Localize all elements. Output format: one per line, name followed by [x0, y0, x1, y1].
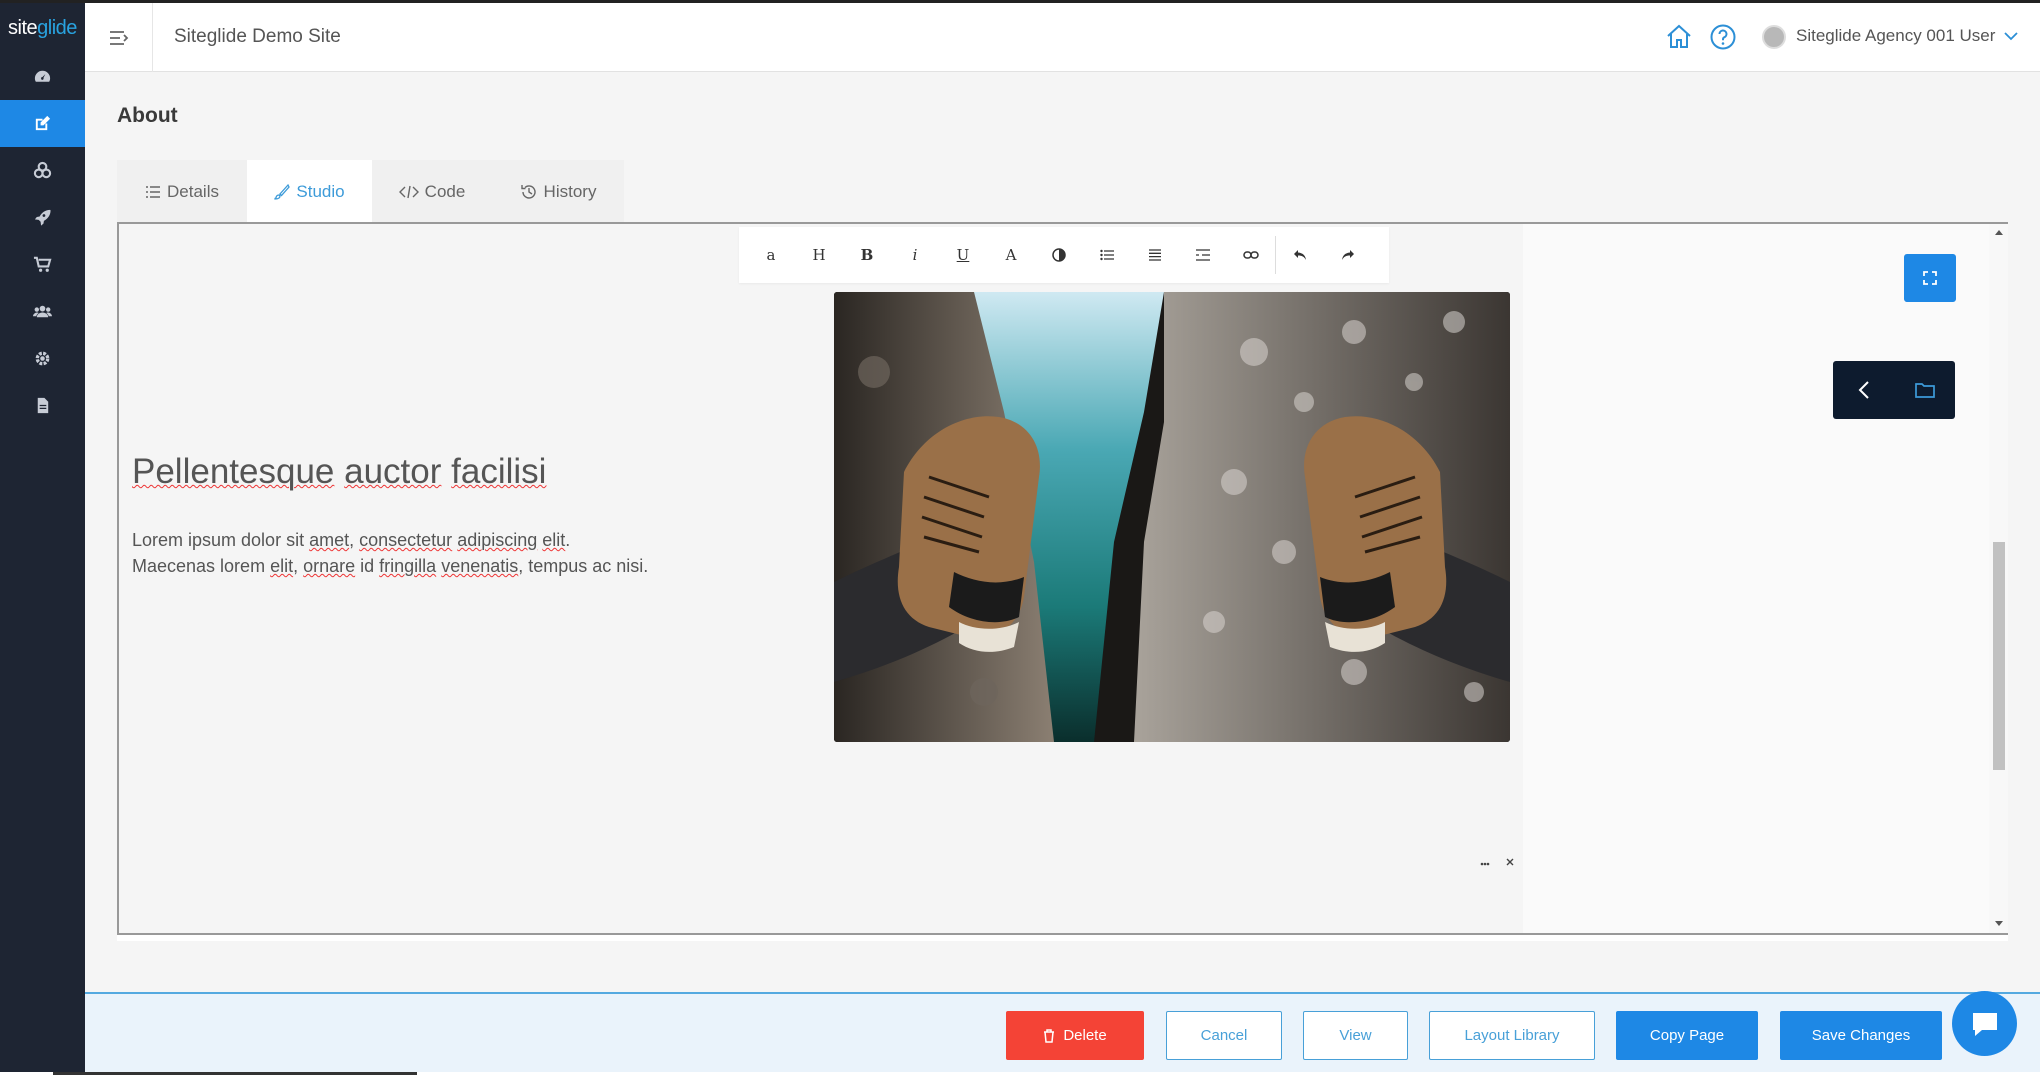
chevron-down-icon[interactable] [2003, 29, 2019, 47]
scroll-thumb[interactable] [1993, 542, 2005, 770]
logo[interactable]: site glide [0, 3, 85, 53]
side-panel [1523, 224, 2008, 933]
brush-icon [274, 183, 291, 200]
studio-editor-frame[interactable]: a H B i U A Pellentesque auctor facilisi… [117, 222, 2008, 935]
formatting-toolbar: a H B i U A [739, 227, 1389, 283]
home-icon[interactable] [1665, 23, 1693, 56]
format-contrast-button[interactable] [1035, 227, 1083, 283]
tab-label: Studio [296, 181, 345, 201]
format-font-color-button[interactable]: A [987, 227, 1035, 283]
close-icon[interactable] [1506, 854, 1514, 869]
panel-nav [1833, 361, 1955, 419]
document-icon [37, 397, 49, 414]
list-icon [146, 185, 161, 198]
format-list-button[interactable] [1083, 227, 1131, 283]
format-link-button[interactable] [1227, 227, 1275, 283]
scroll-up-arrow[interactable] [1995, 230, 2003, 235]
indent-icon [1196, 249, 1210, 261]
content-heading[interactable]: Pellentesque auctor facilisi [132, 452, 546, 492]
undo-icon [1294, 250, 1306, 260]
more-options-icon[interactable] [1480, 854, 1490, 869]
chevron-left-icon [1858, 381, 1869, 399]
format-heading-button[interactable]: H [795, 227, 843, 283]
tab-label: Details [167, 181, 219, 201]
sidebar-item-ecommerce[interactable] [0, 241, 85, 288]
format-align-button[interactable] [1131, 227, 1179, 283]
tab-details[interactable]: Details [117, 160, 247, 223]
tab-label: History [543, 181, 597, 201]
link-icon [1243, 251, 1259, 259]
dashboard-icon [34, 70, 51, 82]
sidebar-item-launch[interactable] [0, 194, 85, 241]
content-image[interactable] [834, 292, 1510, 742]
modules-icon [33, 161, 52, 179]
help-icon[interactable] [1709, 23, 1737, 56]
editor-bottom-edge [117, 935, 2008, 941]
tab-history[interactable]: History [492, 160, 624, 223]
cancel-button[interactable]: Cancel [1166, 1011, 1282, 1060]
scroll-down-arrow[interactable] [1995, 921, 2003, 926]
cart-icon [33, 256, 52, 272]
content-paragraph[interactable]: Lorem ipsum dolor sit amet, consectetur … [132, 527, 712, 579]
site-title[interactable]: Siteglide Demo Site [174, 26, 341, 48]
sidebar-item-dashboard[interactable] [0, 53, 85, 100]
gear-icon [35, 351, 50, 366]
redo-button[interactable] [1324, 227, 1372, 283]
align-icon [1149, 249, 1161, 261]
expand-icon [1923, 271, 1937, 285]
format-underline-button[interactable]: U [939, 227, 987, 283]
sidebar-item-users[interactable] [0, 288, 85, 335]
action-footer: Delete Cancel View Layout Library Copy P… [85, 991, 2040, 1075]
redo-icon [1342, 250, 1354, 260]
format-bold-button[interactable]: B [843, 227, 891, 283]
top-header: Siteglide Demo Site Siteglide Agency 001… [85, 3, 2040, 72]
fullscreen-button[interactable] [1904, 254, 1956, 302]
chat-icon [1972, 1012, 1997, 1036]
tab-bar: Details Studio Code History [117, 160, 624, 223]
sidebar-item-modules[interactable] [0, 147, 85, 194]
format-text-button[interactable]: a [747, 227, 795, 283]
delete-label: Delete [1063, 1027, 1107, 1044]
sidebar-item-edit[interactable] [0, 100, 85, 147]
folder-button[interactable] [1894, 361, 1955, 419]
save-changes-button[interactable]: Save Changes [1780, 1011, 1942, 1060]
sidebar-item-settings[interactable] [0, 335, 85, 382]
avatar[interactable] [1762, 25, 1786, 49]
editor-scrollbar[interactable] [1989, 224, 2008, 933]
menu-icon [109, 30, 128, 45]
format-italic-button[interactable]: i [891, 227, 939, 283]
folder-icon [1914, 383, 1935, 398]
undo-button[interactable] [1276, 227, 1324, 283]
menu-toggle-button[interactable] [85, 3, 153, 72]
layout-library-button[interactable]: Layout Library [1429, 1011, 1595, 1060]
chat-button[interactable] [1952, 991, 2017, 1056]
back-button[interactable] [1833, 361, 1894, 419]
users-icon [33, 305, 52, 318]
page-title: About [117, 104, 178, 127]
view-button[interactable]: View [1303, 1011, 1408, 1060]
code-icon [398, 185, 419, 198]
copy-page-button[interactable]: Copy Page [1616, 1011, 1758, 1060]
trash-icon [1044, 1028, 1055, 1043]
tab-studio[interactable]: Studio [247, 160, 372, 223]
sidebar-item-documents[interactable] [0, 382, 85, 429]
rocket-icon [34, 209, 51, 226]
sidebar: site glide [0, 3, 85, 1075]
history-icon [520, 184, 536, 199]
contrast-icon [1052, 248, 1066, 262]
tab-code[interactable]: Code [372, 160, 492, 223]
list-icon [1100, 249, 1114, 261]
user-name[interactable]: Siteglide Agency 001 User [1796, 26, 1995, 46]
format-indent-button[interactable] [1179, 227, 1227, 283]
edit-icon [35, 115, 51, 131]
delete-button[interactable]: Delete [1006, 1011, 1144, 1060]
tab-label: Code [424, 181, 466, 201]
